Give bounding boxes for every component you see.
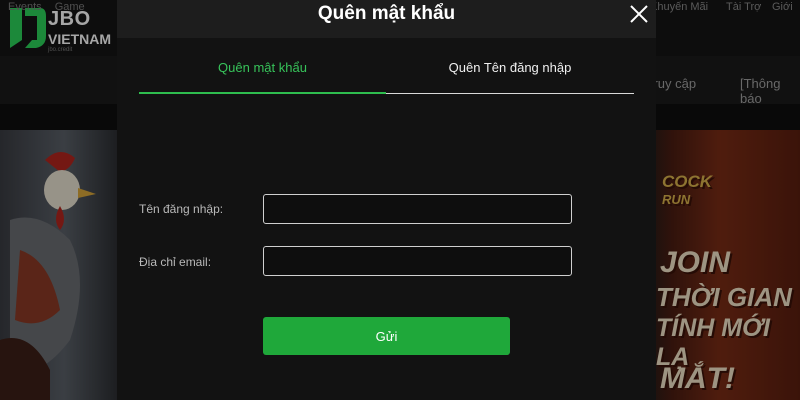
username-field[interactable] <box>263 194 572 224</box>
page: JBO VIETNAM jbo.credit Events Game Khuyế… <box>0 0 800 400</box>
forgot-password-dialog: Quên mật khẩu Quên mật khẩu Quên Tên đăn… <box>117 0 656 400</box>
username-label: Tên đăng nhập: <box>139 202 224 216</box>
submit-button[interactable]: Gửi <box>263 317 510 355</box>
tab-label: Quên mật khẩu <box>218 60 307 75</box>
tab-forgot-username[interactable]: Quên Tên đăng nhập <box>386 60 634 94</box>
email-field[interactable] <box>263 246 572 276</box>
dialog-title: Quên mật khẩu <box>317 3 456 24</box>
tab-label: Quên Tên đăng nhập <box>448 60 572 75</box>
tab-forgot-password[interactable]: Quên mật khẩu <box>139 60 386 94</box>
close-icon[interactable] <box>627 2 651 26</box>
dialog-tabs: Quên mật khẩu Quên Tên đăng nhập <box>139 60 634 94</box>
email-label: Địa chỉ email: <box>139 255 212 269</box>
